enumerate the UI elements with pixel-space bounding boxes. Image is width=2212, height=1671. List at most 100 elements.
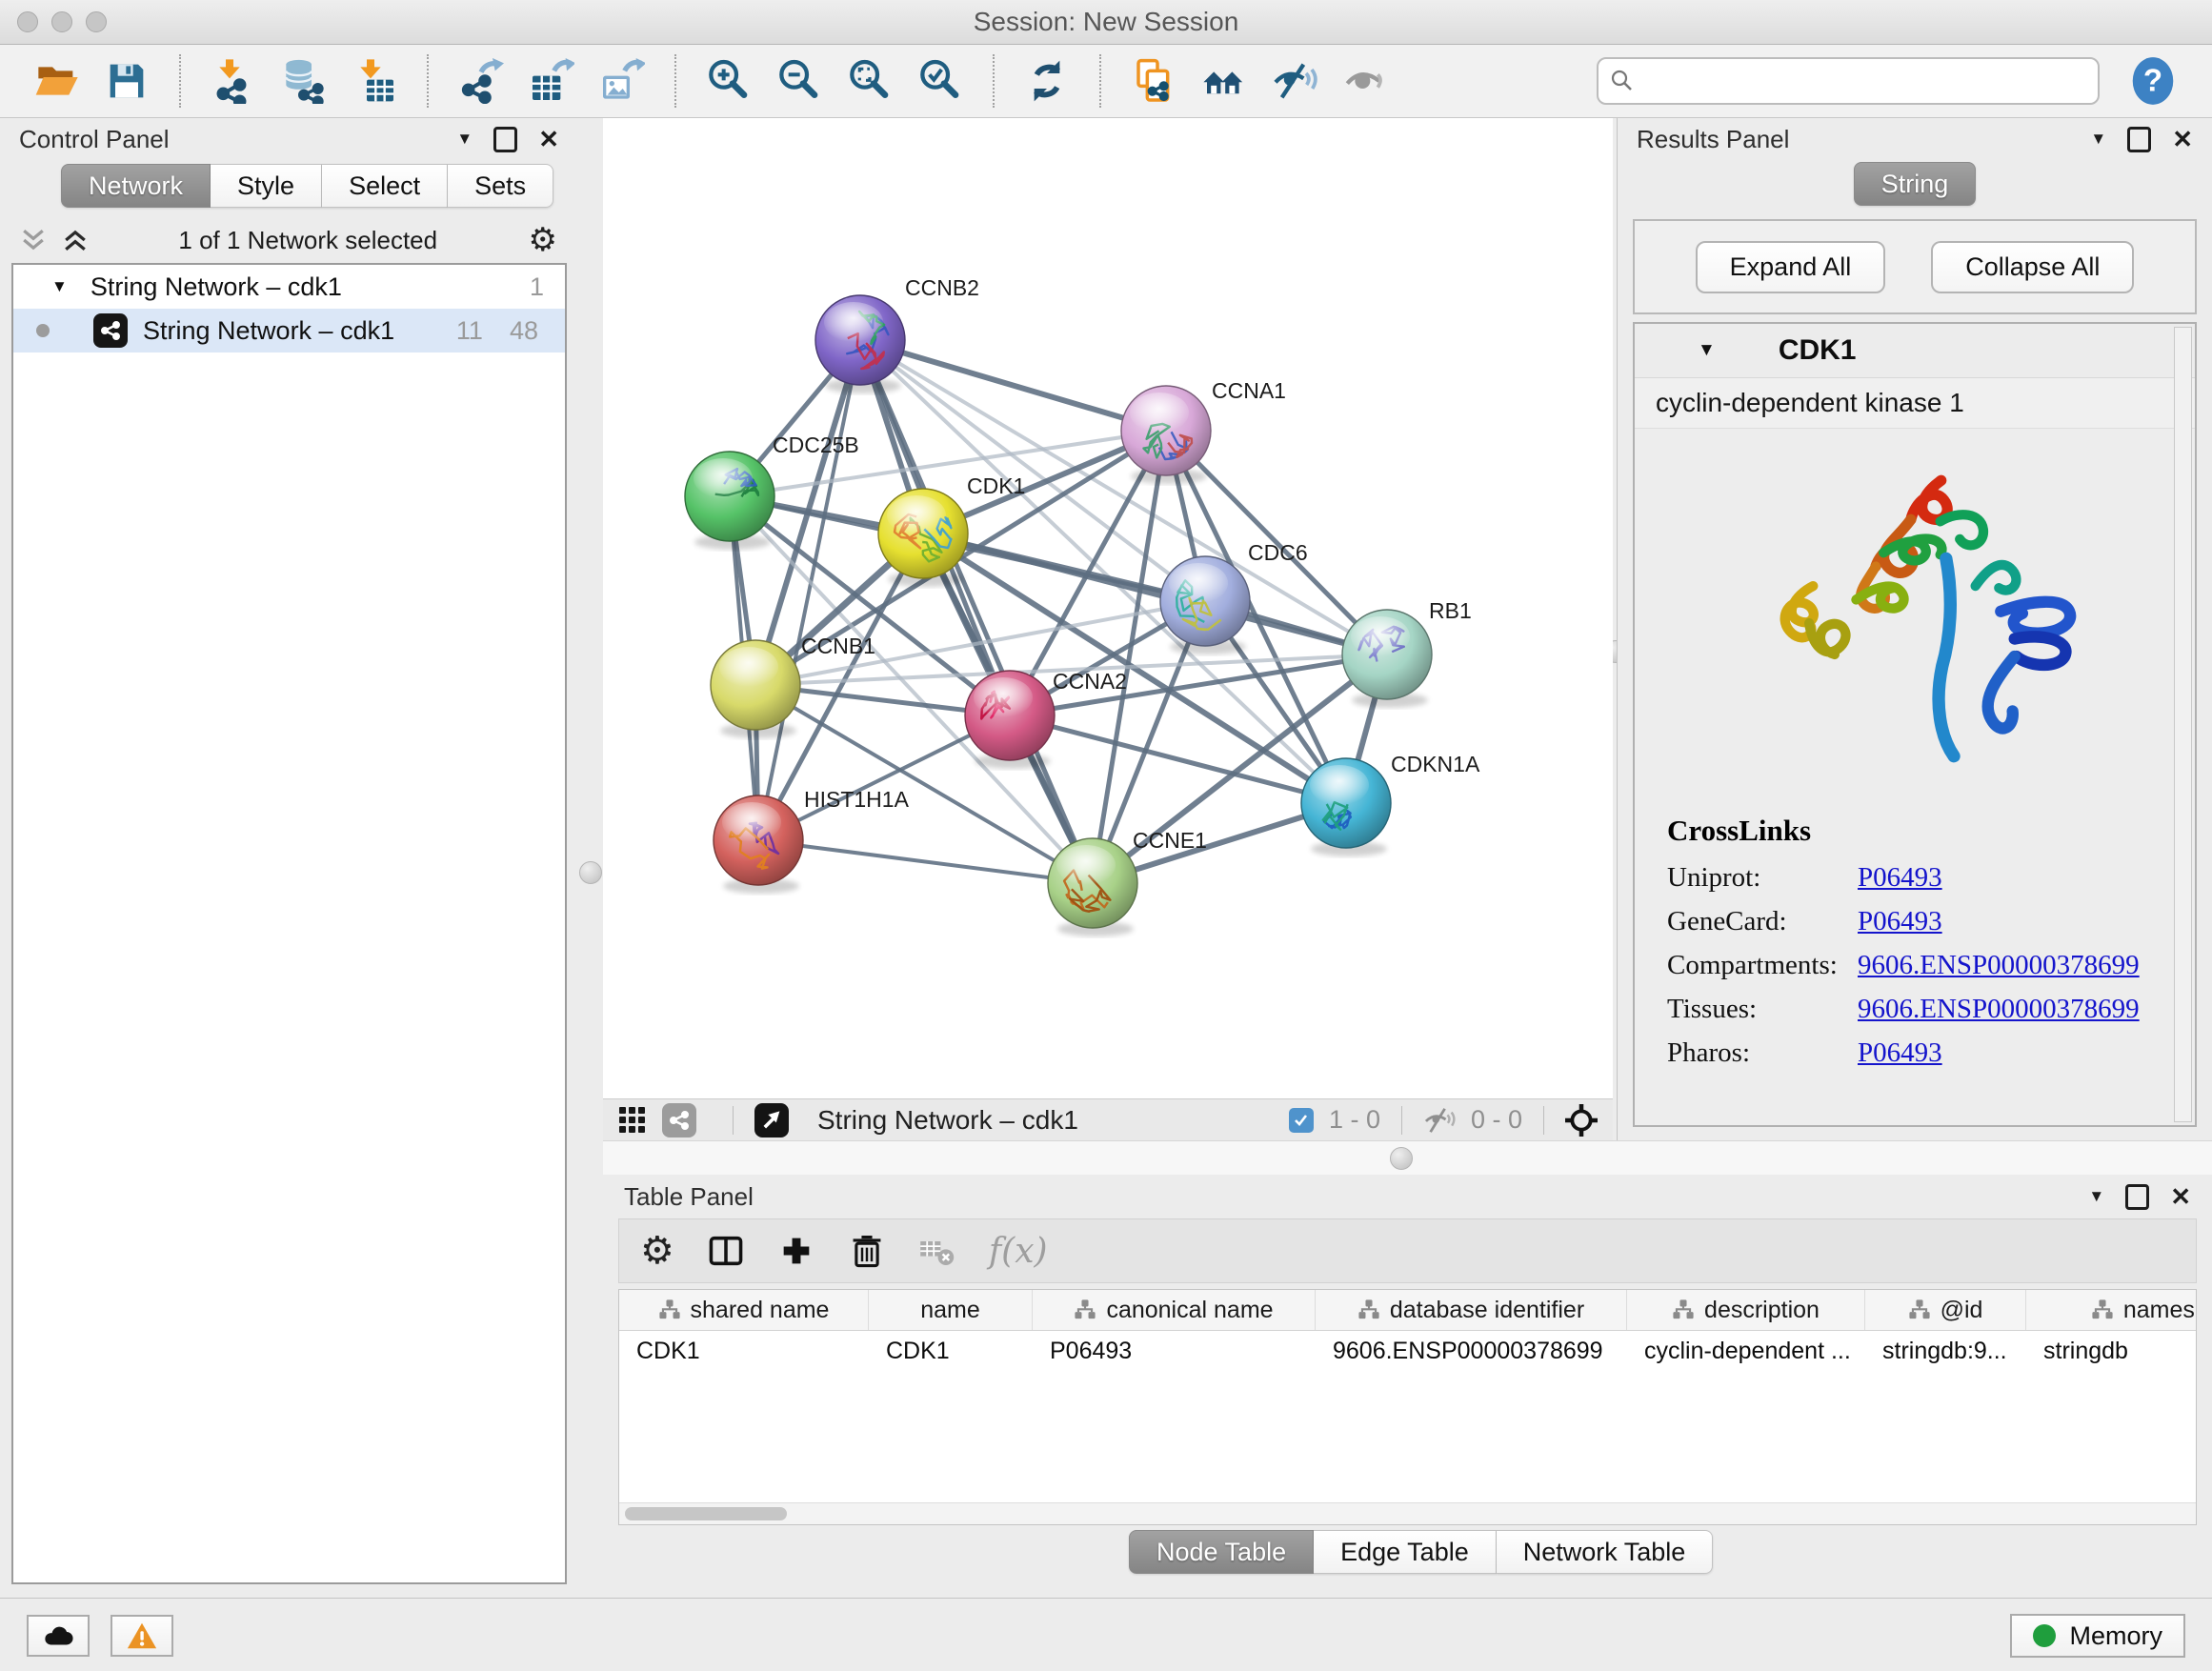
export-network-button[interactable] [450,51,513,111]
show-columns-icon[interactable] [707,1232,745,1270]
panel-collapse-icon[interactable]: ▼ [456,130,473,149]
apply-layout-button[interactable] [1016,51,1078,111]
zoom-in-button[interactable] [697,51,760,111]
search-input[interactable] [1642,66,2086,97]
node-label-CDC6: CDC6 [1248,540,1308,565]
tab-network-table[interactable]: Network Table [1497,1530,1714,1574]
show-all-button[interactable] [1334,51,1397,111]
network-edge[interactable] [758,840,1093,883]
table-horizontal-scrollbar[interactable] [619,1502,2196,1524]
network-node-CCNE1[interactable]: CCNE1 [1048,828,1207,936]
cell[interactable]: P06493 [1033,1338,1316,1365]
panel-collapse-icon[interactable]: ▼ [2090,130,2106,149]
cloud-status-button[interactable] [27,1615,90,1657]
network-node-CDC6[interactable]: CDC6 [1160,540,1308,654]
zoom-fit-button[interactable] [838,51,901,111]
import-network-file-button[interactable] [202,51,265,111]
control-panel-title: Control Panel [19,125,435,154]
node-table: shared namenamecanonical namedatabase id… [618,1289,2197,1525]
network-options-gear-icon[interactable]: ⚙ [529,224,557,256]
column-header-description[interactable]: description [1627,1290,1865,1330]
crosslink-link[interactable]: P06493 [1858,899,1942,943]
save-session-button[interactable] [95,51,158,111]
left-splitter[interactable] [578,118,604,1598]
splitter-handle[interactable] [579,861,602,884]
table-options-gear-icon[interactable]: ⚙ [640,1232,674,1270]
network-view-title: String Network – cdk1 [817,1105,1274,1136]
warnings-button[interactable] [111,1615,173,1657]
panel-collapse-icon[interactable]: ▼ [2088,1187,2104,1206]
panel-float-icon[interactable] [493,127,517,152]
collapse-all-icon[interactable] [21,228,46,252]
network-edge[interactable] [758,340,860,840]
horizontal-splitter[interactable] [603,1140,2212,1177]
panel-float-icon[interactable] [2127,127,2151,152]
cell[interactable]: CDK1 [869,1338,1033,1365]
crosslink-link[interactable]: P06493 [1858,856,1942,899]
memory-button[interactable]: Memory [2010,1614,2185,1658]
table-row[interactable]: CDK1CDK1P064939606.ENSP00000378699cyclin… [619,1331,2196,1371]
column-header-namespace[interactable]: namespace [2026,1290,2197,1330]
panel-close-icon[interactable]: ✕ [2172,125,2193,154]
network-node-HIST1H1A[interactable]: HIST1H1A [714,787,910,894]
tab-style[interactable]: Style [211,164,322,208]
crosslink-link[interactable]: P06493 [1858,1031,1942,1075]
expand-all-icon[interactable] [63,228,88,252]
column-header-database-identifier[interactable]: database identifier [1316,1290,1627,1330]
expand-all-button[interactable]: Expand All [1696,241,1886,293]
zoom-selected-button[interactable] [909,51,972,111]
network-node-CCNA2[interactable]: CCNA2 [965,669,1127,769]
panel-float-icon[interactable] [2125,1184,2149,1210]
birds-eye-view-icon[interactable] [754,1103,789,1137]
tab-select[interactable]: Select [322,164,448,208]
cell[interactable]: 9606.ENSP00000378699 [1316,1338,1627,1365]
create-column-plus-icon[interactable] [777,1232,815,1270]
cell[interactable]: stringdb:9... [1865,1338,2026,1365]
tab-network[interactable]: Network [61,164,211,208]
results-scrollbar[interactable] [2174,327,2192,1122]
network-node-RB1[interactable]: RB1 [1342,598,1472,708]
export-table-button[interactable] [520,51,583,111]
panel-close-icon[interactable]: ✕ [538,125,559,154]
crosslink-link[interactable]: 9606.ENSP00000378699 [1858,987,2140,1031]
crosslink-link[interactable]: 9606.ENSP00000378699 [1858,943,2140,987]
network-view-icon[interactable] [662,1103,696,1137]
network-row[interactable]: String Network – cdk1 11 48 [13,309,565,352]
zoom-out-button[interactable] [768,51,831,111]
network-collection-row[interactable]: ▼ String Network – cdk1 1 [13,265,565,309]
column-header-shared-name[interactable]: shared name [619,1290,869,1330]
tab-sets[interactable]: Sets [448,164,553,208]
collection-caret-icon[interactable]: ▼ [51,277,68,296]
section-caret-icon[interactable]: ▼ [1698,340,1716,361]
collapse-all-button[interactable]: Collapse All [1931,241,2134,293]
import-table-button[interactable] [343,51,406,111]
first-neighbors-button[interactable] [1193,51,1256,111]
hide-selected-button[interactable] [1263,51,1326,111]
help-button[interactable]: ? [2128,56,2178,106]
memory-status-dot [2033,1624,2056,1647]
grid-view-icon[interactable] [618,1106,647,1135]
cell[interactable]: cyclin-dependent ... [1627,1338,1865,1365]
tab-string[interactable]: String [1854,162,1977,206]
export-image-button[interactable] [591,51,654,111]
scrollbar-thumb[interactable] [625,1507,787,1520]
tab-node-table[interactable]: Node Table [1129,1530,1314,1574]
cytoscape-window: Session: New Session [0,0,2212,1671]
splitter-handle[interactable] [1390,1147,1413,1170]
delete-column-trash-icon[interactable] [848,1232,886,1270]
tab-edge-table[interactable]: Edge Table [1314,1530,1497,1574]
cell[interactable]: CDK1 [619,1338,869,1365]
import-network-database-button[interactable] [272,51,335,111]
new-network-from-selection-button[interactable] [1122,51,1185,111]
protein-section-header[interactable]: ▼ CDK1 [1635,324,2195,378]
panel-close-icon[interactable]: ✕ [2170,1182,2191,1212]
column-header-name[interactable]: name [869,1290,1033,1330]
cell[interactable]: stringdb [2026,1338,2197,1365]
network-canvas[interactable]: CCNB2CCNA1CDC25BCDK1CDC6RB1CCNB1CCNA2CDK… [603,118,1613,1098]
network-node-CDKN1A[interactable]: CDKN1A [1301,752,1480,856]
column-header-canonical-name[interactable]: canonical name [1033,1290,1316,1330]
open-session-button[interactable] [25,51,88,111]
column-header-@id[interactable]: @id [1865,1290,2026,1330]
center-view-icon[interactable] [1565,1104,1598,1137]
selected-items-checkbox[interactable] [1289,1108,1314,1133]
